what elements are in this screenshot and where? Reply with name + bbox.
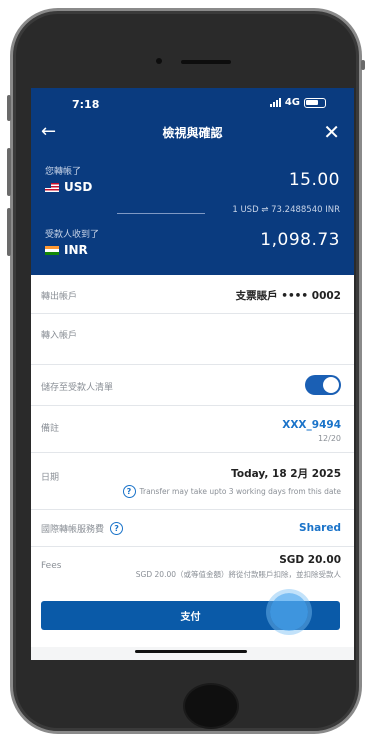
receive-currency-code: INR xyxy=(64,243,88,257)
status-time: 7:18 xyxy=(72,98,100,111)
fees-value: SGD 20.00 xyxy=(279,554,341,566)
close-icon[interactable]: ✕ xyxy=(323,120,340,144)
us-flag-icon xyxy=(45,182,59,192)
from-account-row[interactable]: 轉出帳戶 支票賬戶 •••• 0002 xyxy=(31,275,354,314)
reference-value[interactable]: XXX_9494 xyxy=(282,419,341,431)
fees-row: Fees SGD 20.00 SGD 20.00（或等值金額）將從付款賬戶扣除，… xyxy=(31,547,354,647)
power-button xyxy=(361,60,365,70)
volume-down-button xyxy=(7,208,11,256)
india-flag-icon xyxy=(45,245,59,255)
exchange-rate: 1 USD ⇌ 73.2488540 INR xyxy=(232,205,340,215)
status-right: 4G xyxy=(269,97,326,108)
receive-amount: 1,098.73 xyxy=(260,230,340,250)
help-icon[interactable]: ? xyxy=(110,522,124,535)
date-value: Today, 18 2月 2025 xyxy=(231,468,341,480)
date-note: ? Transfer may take upto 3 working days … xyxy=(122,485,342,498)
speaker-grill xyxy=(181,60,231,64)
home-indicator xyxy=(135,650,247,653)
header-panel: 7:18 4G ← 檢視與確認 ✕ 您轉帳了 USD 15.00 1 USD ⇌… xyxy=(31,88,354,275)
to-account-row[interactable]: 轉入帳戶 xyxy=(31,314,354,365)
reference-label: 備註 xyxy=(41,424,60,434)
fees-label: Fees xyxy=(41,561,62,571)
charges-label-wrap: 國際轉帳服務費 ? xyxy=(41,522,124,535)
from-account-label: 轉出帳戶 xyxy=(41,292,78,302)
send-amount: 15.00 xyxy=(288,170,340,190)
save-payee-row: 儲存至受款人清單 xyxy=(31,365,354,406)
touch-indicator xyxy=(270,593,308,631)
camera-dot xyxy=(156,58,162,64)
charges-value[interactable]: Shared xyxy=(299,522,341,534)
reference-count: 12/20 xyxy=(317,434,341,443)
send-currency-code: USD xyxy=(64,180,93,194)
send-amount-row: 您轉帳了 USD 15.00 xyxy=(45,164,340,194)
from-account-value: 支票賬戶 •••• 0002 xyxy=(235,290,341,302)
status-bar: 7:18 4G xyxy=(31,94,354,114)
signal-icon xyxy=(269,98,281,107)
receive-amount-row: 受款人收到了 INR 1,098.73 xyxy=(45,227,340,257)
reference-row[interactable]: 備註 XXX_9494 12/20 xyxy=(31,406,354,453)
battery-icon xyxy=(304,97,326,108)
network-label: 4G xyxy=(284,97,300,108)
date-note-text: Transfer may take upto 3 working days fr… xyxy=(139,487,342,496)
save-payee-label: 儲存至受款人清單 xyxy=(41,383,114,393)
save-payee-toggle[interactable] xyxy=(305,375,341,395)
rate-divider xyxy=(117,213,205,214)
date-label: 日期 xyxy=(41,473,60,483)
nav-bar: ← 檢視與確認 ✕ xyxy=(31,120,354,146)
home-button[interactable] xyxy=(183,683,239,729)
details-list: 轉出帳戶 支票賬戶 •••• 0002 轉入帳戶 儲存至受款人清單 備註 XXX… xyxy=(31,275,354,647)
page-title: 檢視與確認 xyxy=(162,126,223,140)
to-account-label: 轉入帳戶 xyxy=(41,331,78,341)
fees-note: SGD 20.00（或等值金額）將從付款賬戶扣除，並扣除受款人 xyxy=(135,570,341,579)
help-icon[interactable]: ? xyxy=(122,485,136,498)
app-screen: 7:18 4G ← 檢視與確認 ✕ 您轉帳了 USD 15.00 1 USD ⇌… xyxy=(31,88,354,660)
volume-up-button xyxy=(7,148,11,196)
date-row: 日期 Today, 18 2月 2025 ? Transfer may take… xyxy=(31,453,354,510)
mute-switch xyxy=(7,95,11,121)
charges-row: 國際轉帳服務費 ? Shared xyxy=(31,510,354,547)
charges-label: 國際轉帳服務費 xyxy=(41,525,105,535)
